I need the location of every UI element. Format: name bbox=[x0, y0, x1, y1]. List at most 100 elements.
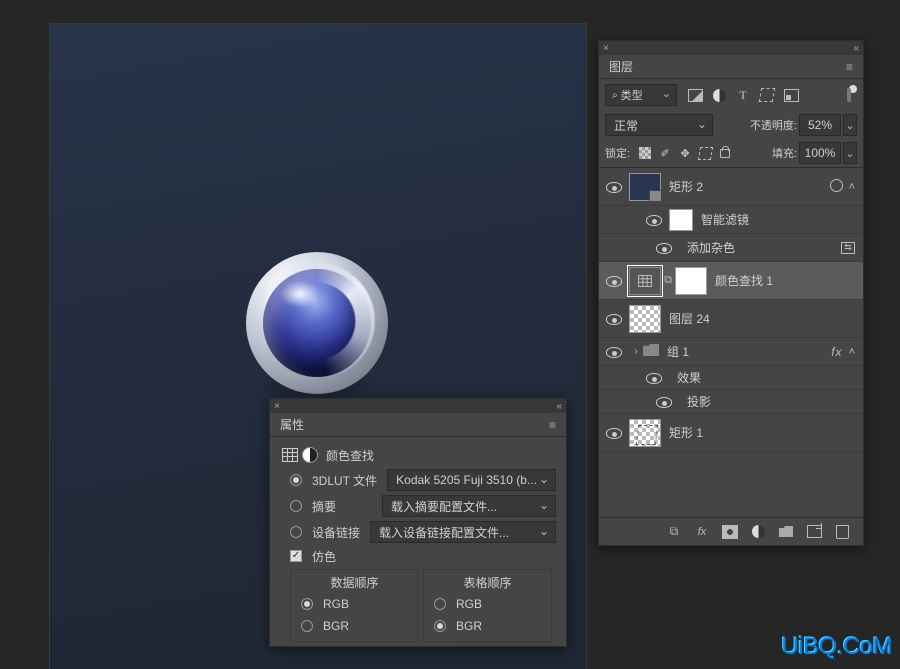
lock-all-icon[interactable] bbox=[716, 144, 734, 162]
data-order-group: 数据顺序 RGB BGR bbox=[290, 569, 419, 642]
opacity-label[interactable]: 不透明度: bbox=[750, 117, 797, 133]
watermark: UiBQ.CoM bbox=[781, 633, 892, 661]
label-abstract: 摘要 bbox=[312, 498, 372, 515]
lock-position-icon[interactable] bbox=[676, 144, 694, 162]
eye-icon[interactable] bbox=[606, 276, 622, 285]
delete-layer-icon[interactable] bbox=[831, 523, 853, 541]
fill-label[interactable]: 填充: bbox=[772, 145, 797, 161]
layers-panel-footer: ⧉ bbox=[599, 517, 863, 545]
layer-tree: 矩形 2 ˄ 智能滤镜 添加杂色 ⇆ bbox=[599, 167, 863, 517]
layer-row-rect2[interactable]: 矩形 2 ˄ bbox=[599, 168, 863, 206]
add-adjustment-icon[interactable] bbox=[747, 523, 769, 541]
lock-label: 锁定: bbox=[605, 145, 630, 161]
lock-pixels-icon[interactable] bbox=[656, 144, 674, 162]
radio-table-order-rgb[interactable] bbox=[434, 598, 446, 610]
table-order-title: 表格顺序 bbox=[424, 570, 551, 593]
eye-icon[interactable] bbox=[606, 182, 622, 191]
properties-panel: × « 属性 ≡ 颜色查找 3DLUT 文件 Kodak 5205 Fuji 3… bbox=[269, 398, 567, 647]
new-group-icon[interactable] bbox=[775, 523, 797, 541]
collapse-icon[interactable]: « bbox=[556, 401, 562, 412]
radio-data-order-bgr[interactable] bbox=[301, 620, 313, 632]
fill-value[interactable]: 100% bbox=[799, 142, 841, 164]
mask-toggle-icon[interactable] bbox=[300, 446, 320, 464]
effects-label: 效果 bbox=[677, 369, 855, 386]
layer-type-filter[interactable]: ⌕ 类型 bbox=[605, 84, 677, 106]
search-icon: ⌕ bbox=[612, 90, 618, 101]
dropdown-device-link[interactable]: 载入设备链接配置文件... bbox=[370, 521, 556, 543]
layer-name[interactable]: 颜色查找 1 bbox=[715, 272, 855, 289]
adjustment-thumb[interactable] bbox=[629, 267, 661, 295]
eye-icon[interactable] bbox=[656, 243, 672, 252]
opacity-value[interactable]: 52% bbox=[799, 114, 841, 136]
layer-name[interactable]: 组 1 bbox=[667, 343, 831, 360]
filter-smartobj-icon[interactable] bbox=[781, 86, 801, 104]
link-icon[interactable]: ⧉ bbox=[661, 274, 675, 287]
layer-row-rect1[interactable]: 矩形 1 bbox=[599, 414, 863, 452]
layer-name[interactable]: 图层 24 bbox=[669, 310, 855, 327]
checkbox-dither[interactable] bbox=[290, 550, 302, 562]
add-mask-icon[interactable] bbox=[719, 523, 741, 541]
fx-badge[interactable]: fx bbox=[831, 345, 842, 359]
table-order-group: 表格顺序 RGB BGR bbox=[423, 569, 552, 642]
filter-type-icon[interactable] bbox=[733, 86, 753, 104]
label-device-link: 设备链接 bbox=[312, 524, 360, 541]
layer-mask-thumb[interactable] bbox=[675, 267, 707, 295]
fill-dropdown-icon[interactable] bbox=[843, 142, 857, 164]
layer-style-icon[interactable] bbox=[691, 523, 713, 541]
filter-options-icon[interactable]: ⇆ bbox=[841, 242, 855, 254]
c4d-sphere-icon bbox=[246, 252, 388, 394]
filter-shape-icon[interactable] bbox=[757, 86, 777, 104]
layer-name[interactable]: 矩形 1 bbox=[669, 424, 855, 441]
layer-row-drop-shadow[interactable]: 投影 bbox=[599, 390, 863, 414]
effect-name[interactable]: 投影 bbox=[687, 393, 855, 410]
label-3dlut: 3DLUT 文件 bbox=[312, 472, 377, 489]
layer-thumb[interactable] bbox=[629, 305, 661, 333]
layer-row-smart-filters[interactable]: 智能滤镜 bbox=[599, 206, 863, 234]
filter-adjustment-icon[interactable] bbox=[709, 86, 729, 104]
chevron-right-icon[interactable]: › bbox=[629, 346, 643, 357]
eye-icon[interactable] bbox=[646, 215, 662, 224]
filter-name[interactable]: 添加杂色 bbox=[687, 239, 841, 256]
radio-3dlut[interactable] bbox=[290, 474, 302, 486]
link-layers-icon[interactable]: ⧉ bbox=[663, 523, 685, 541]
lock-artboard-icon[interactable] bbox=[696, 144, 714, 162]
chevron-up-icon[interactable]: ˄ bbox=[849, 181, 855, 193]
layer-row-group1[interactable]: › 组 1 fx ˄ bbox=[599, 338, 863, 366]
dropdown-abstract-profile[interactable]: 载入摘要配置文件... bbox=[382, 495, 556, 517]
filter-toggle-icon[interactable] bbox=[847, 86, 857, 104]
layer-row-layer24[interactable]: 图层 24 bbox=[599, 300, 863, 338]
collapse-icon[interactable]: « bbox=[853, 43, 859, 54]
label-dither: 仿色 bbox=[312, 548, 336, 565]
radio-data-order-rgb[interactable] bbox=[301, 598, 313, 610]
layer-row-add-noise[interactable]: 添加杂色 ⇆ bbox=[599, 234, 863, 262]
blend-mode-dropdown[interactable]: 正常 bbox=[605, 114, 713, 136]
eye-icon[interactable] bbox=[656, 397, 672, 406]
layer-name[interactable]: 矩形 2 bbox=[669, 178, 830, 195]
new-layer-icon[interactable] bbox=[803, 523, 825, 541]
close-icon[interactable]: × bbox=[603, 43, 609, 54]
dropdown-3dlut-file[interactable]: Kodak 5205 Fuji 3510 (b... bbox=[387, 469, 556, 491]
radio-device-link[interactable] bbox=[290, 526, 302, 538]
panel-menu-icon[interactable]: ≡ bbox=[549, 418, 556, 432]
filter-pixel-icon[interactable] bbox=[685, 86, 705, 104]
panel-menu-icon[interactable]: ≡ bbox=[846, 60, 853, 74]
eye-icon[interactable] bbox=[606, 428, 622, 437]
layer-thumb[interactable] bbox=[629, 173, 661, 201]
chevron-up-icon[interactable]: ˄ bbox=[849, 346, 855, 358]
layer-thumb[interactable] bbox=[629, 419, 661, 447]
eye-icon[interactable] bbox=[646, 373, 662, 382]
lock-transparency-icon[interactable] bbox=[636, 144, 654, 162]
close-icon[interactable]: × bbox=[274, 401, 280, 412]
eye-icon[interactable] bbox=[606, 314, 622, 323]
radio-table-order-bgr[interactable] bbox=[434, 620, 446, 632]
opacity-dropdown-icon[interactable] bbox=[843, 114, 857, 136]
lut-grid-icon[interactable] bbox=[280, 446, 300, 464]
layer-row-effects[interactable]: 效果 bbox=[599, 366, 863, 390]
smart-filter-badge-icon[interactable] bbox=[830, 179, 843, 195]
eye-icon[interactable] bbox=[606, 347, 622, 356]
data-order-title: 数据顺序 bbox=[291, 570, 418, 593]
radio-abstract[interactable] bbox=[290, 500, 302, 512]
layers-panel: × « 图层 ≡ ⌕ 类型 正常 不透 bbox=[598, 40, 864, 546]
layer-row-color-lookup[interactable]: ⧉ 颜色查找 1 bbox=[599, 262, 863, 300]
filter-mask-thumb[interactable] bbox=[669, 209, 693, 231]
